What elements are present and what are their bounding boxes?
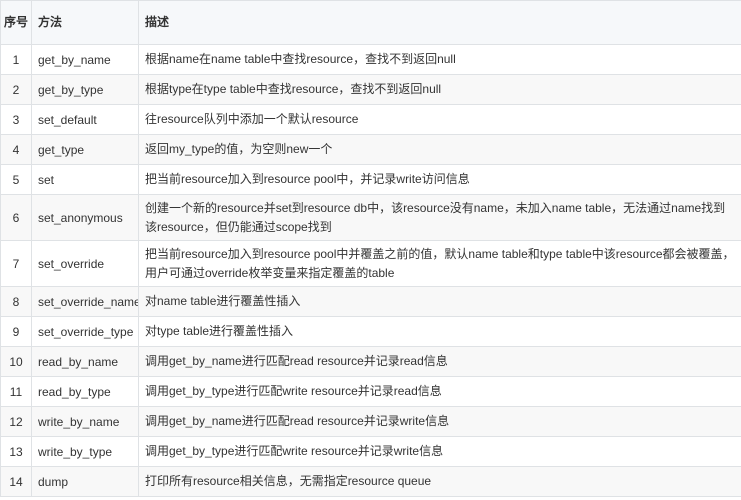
table-row: 12 write_by_name 调用get_by_name进行匹配read r… bbox=[0, 406, 741, 437]
table-header-row: 序号 方法 描述 bbox=[0, 0, 741, 45]
header-method: 方法 bbox=[31, 0, 139, 45]
row-description: 往resource队列中添加一个默认resource bbox=[138, 104, 741, 135]
row-description: 把当前resource加入到resource pool中，并记录write访问信… bbox=[138, 164, 741, 195]
table-row: 4 get_type 返回my_type的值，为空则new一个 bbox=[0, 134, 741, 165]
row-description: 调用get_by_name进行匹配read resource并记录read信息 bbox=[138, 346, 741, 377]
row-description: 打印所有resource相关信息，无需指定resource queue bbox=[138, 466, 741, 497]
table-row: 8 set_override_name 对name table进行覆盖性插入 bbox=[0, 286, 741, 317]
table-row: 1 get_by_name 根据name在name table中查找resour… bbox=[0, 44, 741, 75]
row-method: write_by_type bbox=[31, 436, 139, 467]
table-row: 9 set_override_type 对type table进行覆盖性插入 bbox=[0, 316, 741, 347]
row-method: set_override_name bbox=[31, 286, 139, 317]
table-row: 5 set 把当前resource加入到resource pool中，并记录wr… bbox=[0, 164, 741, 195]
row-description: 调用get_by_type进行匹配write resource并记录read信息 bbox=[138, 376, 741, 407]
row-description: 调用get_by_type进行匹配write resource并记录write信… bbox=[138, 436, 741, 467]
table-row: 13 write_by_type 调用get_by_type进行匹配write … bbox=[0, 436, 741, 467]
row-method: set_override bbox=[31, 240, 139, 287]
row-description: 创建一个新的resource并set到resource db中，该resourc… bbox=[138, 194, 741, 241]
row-description: 对type table进行覆盖性插入 bbox=[138, 316, 741, 347]
row-description: 返回my_type的值，为空则new一个 bbox=[138, 134, 741, 165]
row-index: 13 bbox=[0, 436, 32, 467]
row-index: 7 bbox=[0, 240, 32, 287]
row-index: 8 bbox=[0, 286, 32, 317]
row-method: read_by_type bbox=[31, 376, 139, 407]
row-index: 1 bbox=[0, 44, 32, 75]
row-description: 把当前resource加入到resource pool中并覆盖之前的值，默认na… bbox=[138, 240, 741, 287]
row-index: 10 bbox=[0, 346, 32, 377]
row-method: set bbox=[31, 164, 139, 195]
row-index: 6 bbox=[0, 194, 32, 241]
row-method: get_type bbox=[31, 134, 139, 165]
row-method: set_override_type bbox=[31, 316, 139, 347]
row-index: 9 bbox=[0, 316, 32, 347]
table-row: 14 dump 打印所有resource相关信息，无需指定resource qu… bbox=[0, 466, 741, 497]
table-row: 10 read_by_name 调用get_by_name进行匹配read re… bbox=[0, 346, 741, 377]
row-method: get_by_type bbox=[31, 74, 139, 105]
row-method: get_by_name bbox=[31, 44, 139, 75]
row-description: 根据name在name table中查找resource，查找不到返回null bbox=[138, 44, 741, 75]
row-description: 对name table进行覆盖性插入 bbox=[138, 286, 741, 317]
methods-table: 序号 方法 描述 1 get_by_name 根据name在name table… bbox=[0, 0, 741, 497]
row-method: read_by_name bbox=[31, 346, 139, 377]
row-index: 4 bbox=[0, 134, 32, 165]
row-index: 11 bbox=[0, 376, 32, 407]
table-row: 2 get_by_type 根据type在type table中查找resour… bbox=[0, 74, 741, 105]
row-description: 调用get_by_name进行匹配read resource并记录write信息 bbox=[138, 406, 741, 437]
table-row: 7 set_override 把当前resource加入到resource po… bbox=[0, 240, 741, 287]
row-description: 根据type在type table中查找resource，查找不到返回null bbox=[138, 74, 741, 105]
table-row: 6 set_anonymous 创建一个新的resource并set到resou… bbox=[0, 194, 741, 241]
row-index: 14 bbox=[0, 466, 32, 497]
header-index: 序号 bbox=[0, 0, 32, 45]
table-row: 11 read_by_type 调用get_by_type进行匹配write r… bbox=[0, 376, 741, 407]
row-method: write_by_name bbox=[31, 406, 139, 437]
row-index: 5 bbox=[0, 164, 32, 195]
header-description: 描述 bbox=[138, 0, 741, 45]
row-index: 3 bbox=[0, 104, 32, 135]
row-index: 2 bbox=[0, 74, 32, 105]
row-method: set_anonymous bbox=[31, 194, 139, 241]
row-index: 12 bbox=[0, 406, 32, 437]
table-row: 3 set_default 往resource队列中添加一个默认resource bbox=[0, 104, 741, 135]
row-method: dump bbox=[31, 466, 139, 497]
row-method: set_default bbox=[31, 104, 139, 135]
